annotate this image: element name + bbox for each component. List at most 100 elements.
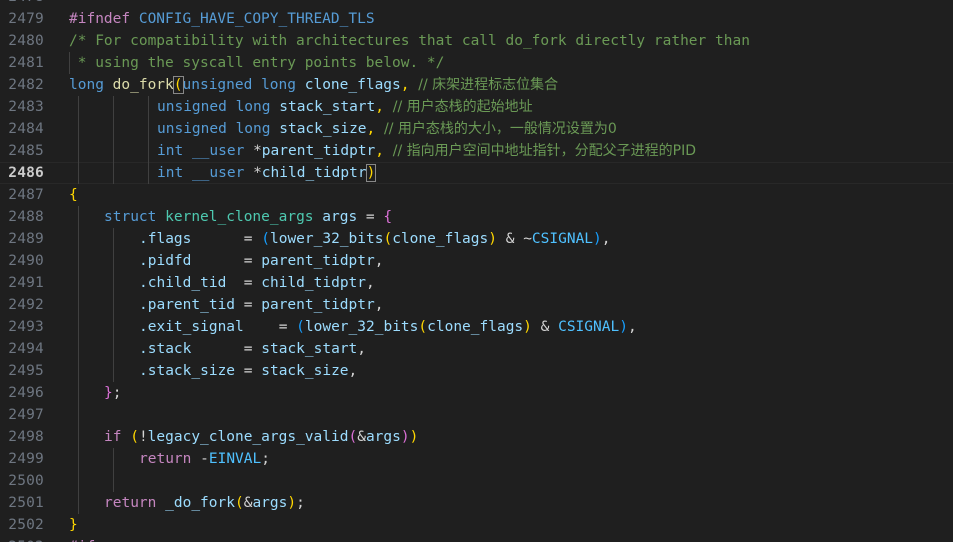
code-line[interactable]: 2492 .parent_tid = parent_tidptr, bbox=[0, 294, 953, 316]
code-line[interactable]: 2494 .stack = stack_start, bbox=[0, 338, 953, 360]
line-text: struct kernel_clone_args args = { bbox=[104, 209, 393, 225]
indent-guide bbox=[113, 228, 114, 250]
line-text: #if bbox=[69, 536, 95, 542]
line-text: { bbox=[69, 187, 78, 203]
line-text: return _do_fork(&args); bbox=[104, 495, 305, 511]
code-line[interactable]: 2483 unsigned long stack_start, // 用户态栈的… bbox=[0, 96, 953, 118]
line-number: 2482 bbox=[8, 77, 44, 93]
code-line[interactable]: 2493 .exit_signal = (lower_32_bits(clone… bbox=[0, 316, 953, 338]
indent-guide bbox=[78, 206, 79, 228]
line-number: 2494 bbox=[8, 341, 44, 357]
code-line-active[interactable]: 2486 int __user *child_tidptr) bbox=[0, 162, 953, 184]
indent-guide bbox=[78, 470, 79, 492]
indent-guide bbox=[78, 316, 79, 338]
code-line[interactable]: 2478 bbox=[0, 0, 953, 8]
code-lines-container[interactable]: 2478 2479 #ifndef CONFIG_HAVE_COPY_THREA… bbox=[0, 0, 953, 542]
indent-guide bbox=[78, 294, 79, 316]
line-number: 2493 bbox=[8, 319, 44, 335]
indent-guide bbox=[78, 140, 79, 162]
code-editor[interactable]: 2478 2479 #ifndef CONFIG_HAVE_COPY_THREA… bbox=[0, 0, 953, 542]
code-line[interactable]: 2482 long do_fork(unsigned long clone_fl… bbox=[0, 74, 953, 96]
indent-guide bbox=[78, 404, 79, 426]
code-line[interactable]: 2485 int __user *parent_tidptr, // 指向用户空… bbox=[0, 140, 953, 162]
indent-guide bbox=[78, 426, 79, 448]
code-line[interactable]: 2484 unsigned long stack_size, // 用户态栈的大… bbox=[0, 118, 953, 140]
line-text: .parent_tid = parent_tidptr, bbox=[139, 297, 384, 313]
line-text: } bbox=[69, 517, 78, 533]
indent-guide bbox=[148, 140, 149, 162]
inline-comment: // 用户态栈的起始地址 bbox=[392, 99, 533, 115]
code-line[interactable]: 2503 #if bbox=[0, 536, 953, 542]
line-number: 2478 bbox=[0, 0, 44, 8]
indent-guide bbox=[78, 338, 79, 360]
code-line[interactable]: 2499 return -EINVAL; bbox=[0, 448, 953, 470]
line-text: /* For compatibility with architectures … bbox=[69, 33, 750, 49]
line-number: 2481 bbox=[8, 55, 44, 71]
indent-guide bbox=[78, 96, 79, 118]
inline-comment: // 用户态栈的大小，一般情况设置为0 bbox=[384, 121, 617, 137]
code-line[interactable]: 2489 .flags = (lower_32_bits(clone_flags… bbox=[0, 228, 953, 250]
line-number: 2491 bbox=[8, 275, 44, 291]
indent-guide bbox=[78, 360, 79, 382]
line-text: #ifndef CONFIG_HAVE_COPY_THREAD_TLS bbox=[69, 11, 375, 27]
indent-guide bbox=[113, 338, 114, 360]
indent-guide bbox=[113, 470, 114, 492]
bracket-match-open: ( bbox=[172, 76, 184, 94]
line-text: return -EINVAL; bbox=[139, 451, 270, 467]
code-line[interactable]: 2495 .stack_size = stack_size, bbox=[0, 360, 953, 382]
indent-guide bbox=[78, 118, 79, 140]
line-text: .stack = stack_start, bbox=[139, 341, 367, 357]
inline-comment: // 床架进程标志位集合 bbox=[418, 77, 559, 93]
line-number: 2486 bbox=[8, 165, 44, 181]
line-text: unsigned long stack_size, // 用户态栈的大小，一般情… bbox=[157, 121, 617, 137]
line-text: if (!legacy_clone_args_valid(&args)) bbox=[104, 429, 419, 445]
indent-guide bbox=[113, 118, 114, 140]
line-number: 2492 bbox=[8, 297, 44, 313]
line-number: 2500 bbox=[8, 473, 44, 489]
indent-guide bbox=[148, 96, 149, 118]
code-line[interactable]: 2491 .child_tid = child_tidptr, bbox=[0, 272, 953, 294]
line-number: 2495 bbox=[8, 363, 44, 379]
indent-guide bbox=[148, 162, 149, 184]
indent-guide bbox=[113, 250, 114, 272]
code-line[interactable]: 2488 struct kernel_clone_args args = { bbox=[0, 206, 953, 228]
code-line[interactable]: 2502 } bbox=[0, 514, 953, 536]
line-number: 2487 bbox=[8, 187, 44, 203]
line-number: 2499 bbox=[8, 451, 44, 467]
indent-guide bbox=[78, 250, 79, 272]
line-number: 2488 bbox=[8, 209, 44, 225]
code-line[interactable]: 2500 bbox=[0, 470, 953, 492]
code-line[interactable]: 2496 }; bbox=[0, 382, 953, 404]
line-number: 2496 bbox=[8, 385, 44, 401]
line-number: 2485 bbox=[8, 143, 44, 159]
line-text: .flags = (lower_32_bits(clone_flags) & ~… bbox=[139, 231, 611, 247]
code-line[interactable]: 2490 .pidfd = parent_tidptr, bbox=[0, 250, 953, 272]
indent-guide bbox=[148, 118, 149, 140]
indent-guide bbox=[78, 162, 79, 184]
line-number: 2497 bbox=[8, 407, 44, 423]
line-number: 2480 bbox=[8, 33, 44, 49]
code-line[interactable]: 2481 * using the syscall entry points be… bbox=[0, 52, 953, 74]
code-line[interactable]: 2501 return _do_fork(&args); bbox=[0, 492, 953, 514]
indent-guide bbox=[113, 162, 114, 184]
line-text: * using the syscall entry points below. … bbox=[69, 55, 445, 71]
code-line[interactable]: 2479 #ifndef CONFIG_HAVE_COPY_THREAD_TLS bbox=[0, 8, 953, 30]
code-line[interactable]: 2487 { bbox=[0, 184, 953, 206]
line-number: 2501 bbox=[8, 495, 44, 511]
line-number: 2502 bbox=[8, 517, 44, 533]
line-text: .pidfd = parent_tidptr, bbox=[139, 253, 384, 269]
code-line[interactable]: 2498 if (!legacy_clone_args_valid(&args)… bbox=[0, 426, 953, 448]
line-number: 2503 bbox=[0, 536, 44, 542]
bracket-match-close: ) bbox=[365, 164, 377, 182]
line-text: int __user *child_tidptr) bbox=[157, 164, 377, 182]
code-line[interactable]: 2480 /* For compatibility with architect… bbox=[0, 30, 953, 52]
inline-comment: // 指向用户空间中地址指针，分配父子进程的PID bbox=[392, 143, 696, 159]
indent-guide bbox=[113, 294, 114, 316]
line-text: unsigned long stack_start, // 用户态栈的起始地址 bbox=[157, 99, 533, 115]
code-line[interactable]: 2497 bbox=[0, 404, 953, 426]
line-number: 2484 bbox=[8, 121, 44, 137]
indent-guide bbox=[78, 492, 79, 514]
indent-guide bbox=[113, 140, 114, 162]
line-number: 2479 bbox=[8, 11, 44, 27]
indent-guide bbox=[113, 316, 114, 338]
